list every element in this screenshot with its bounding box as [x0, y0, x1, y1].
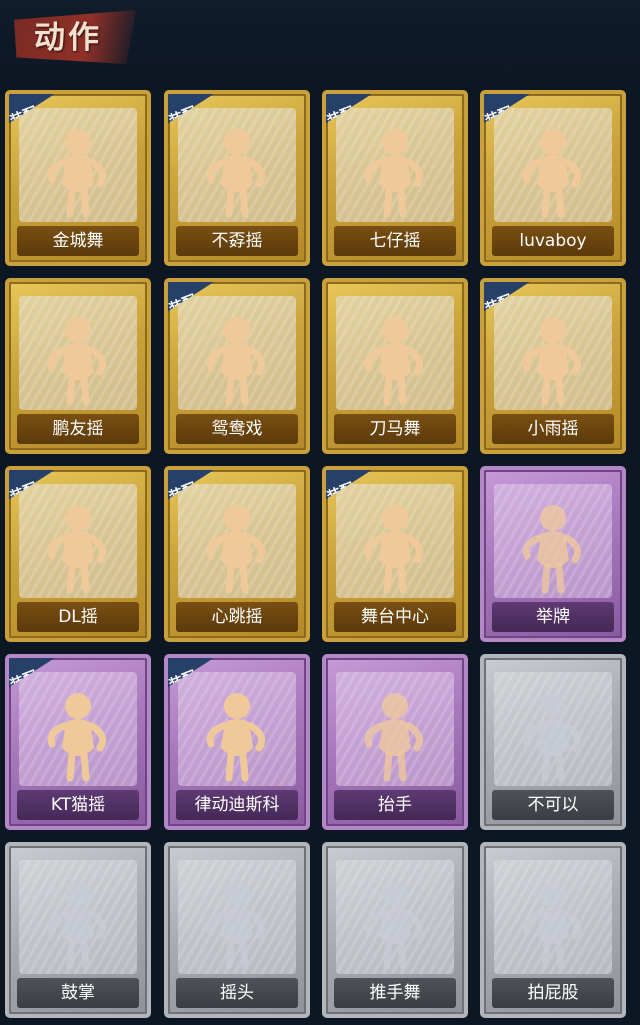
- action-grid: 金城舞装配不孬摇装配七仔摇装配luvaboy装配鹏友摇 鸳鸯戏装配刀马舞 小雨摇装配…: [0, 86, 640, 1021]
- card-label: 不孬摇: [211, 231, 263, 251]
- dance-pose-icon: [522, 129, 582, 218]
- card-label: KT猫摇: [50, 795, 106, 815]
- dance-pose-icon: [47, 317, 107, 406]
- header-bar: 动作: [0, 0, 640, 82]
- card-label: 抬手: [378, 795, 412, 815]
- action-card[interactable]: 摇头: [164, 842, 310, 1018]
- card-label-bar: 抬手: [334, 790, 456, 820]
- card-label-bar: 推手舞: [334, 978, 456, 1008]
- action-card[interactable]: 心跳摇装配: [164, 466, 310, 642]
- action-card[interactable]: 不孬摇装配: [164, 90, 310, 266]
- head-shake-icon: [206, 881, 266, 970]
- push-hands-icon: [364, 881, 424, 970]
- action-card[interactable]: 鼓掌: [5, 842, 151, 1018]
- card-label: 不可以: [527, 795, 579, 815]
- action-card[interactable]: 推手舞: [322, 842, 468, 1018]
- card-label: 金城舞: [52, 231, 104, 251]
- card-label: 鼓掌: [61, 983, 95, 1003]
- dance-pose-icon: [47, 693, 107, 782]
- action-card[interactable]: 刀马舞: [322, 278, 468, 454]
- card-label-bar: 金城舞: [17, 226, 139, 256]
- page-title: 动作: [34, 20, 102, 56]
- dance-pose-icon: [364, 505, 424, 594]
- card-label-bar: 不可以: [492, 790, 614, 820]
- card-label-bar: 小雨摇: [492, 414, 614, 444]
- dance-pose-icon: [206, 129, 266, 218]
- card-label-bar: 鹏友摇: [17, 414, 139, 444]
- action-card[interactable]: KT猫摇装配: [5, 654, 151, 830]
- card-label: 小雨摇: [527, 419, 579, 439]
- dance-pose-icon: [206, 693, 266, 782]
- card-label: 摇头: [220, 983, 254, 1003]
- card-label-bar: DL摇: [17, 602, 139, 632]
- card-label-bar: 拍屁股: [492, 978, 614, 1008]
- action-card[interactable]: 七仔摇装配: [322, 90, 468, 266]
- card-label: luvaboy: [519, 231, 587, 251]
- raise-hand-icon: [364, 693, 424, 782]
- finger-wag-icon: [522, 693, 582, 782]
- action-card[interactable]: 金城舞装配: [5, 90, 151, 266]
- card-label-bar: KT猫摇: [17, 790, 139, 820]
- action-card[interactable]: 鸳鸯戏装配: [164, 278, 310, 454]
- card-label: 鸳鸯戏: [211, 419, 263, 439]
- card-label: 举牌: [536, 607, 570, 627]
- card-label-bar: 鸳鸯戏: [176, 414, 298, 444]
- action-card[interactable]: 鹏友摇: [5, 278, 151, 454]
- card-label: 推手舞: [369, 983, 421, 1003]
- card-label-bar: 七仔摇: [334, 226, 456, 256]
- dance-pose-icon: [364, 129, 424, 218]
- action-card[interactable]: 舞台中心装配: [322, 466, 468, 642]
- sign-holding-icon: [522, 505, 582, 594]
- card-label-bar: 律动迪斯科: [176, 790, 298, 820]
- dance-pose-icon: [522, 317, 582, 406]
- action-card[interactable]: 律动迪斯科装配: [164, 654, 310, 830]
- card-label: 鹏友摇: [52, 419, 104, 439]
- dance-pose-icon: [206, 505, 266, 594]
- card-label-bar: 鼓掌: [17, 978, 139, 1008]
- action-card[interactable]: luvaboy装配: [480, 90, 626, 266]
- action-card[interactable]: DL摇装配: [5, 466, 151, 642]
- action-card[interactable]: 举牌: [480, 466, 626, 642]
- action-card[interactable]: 小雨摇装配: [480, 278, 626, 454]
- card-label-bar: 刀马舞: [334, 414, 456, 444]
- card-label: DL摇: [58, 607, 98, 627]
- action-card[interactable]: 不可以: [480, 654, 626, 830]
- card-label-bar: 心跳摇: [176, 602, 298, 632]
- action-card[interactable]: 抬手: [322, 654, 468, 830]
- action-card[interactable]: 拍屁股: [480, 842, 626, 1018]
- card-label: 拍屁股: [527, 983, 579, 1003]
- card-label-bar: luvaboy: [492, 226, 614, 256]
- dance-pose-icon: [364, 317, 424, 406]
- card-label: 心跳摇: [211, 607, 263, 627]
- card-label-bar: 举牌: [492, 602, 614, 632]
- dance-pose-icon: [47, 129, 107, 218]
- dance-pose-icon: [206, 317, 266, 406]
- card-label-bar: 不孬摇: [176, 226, 298, 256]
- card-label: 刀马舞: [369, 419, 421, 439]
- clap-icon: [47, 881, 107, 970]
- card-label-bar: 舞台中心: [334, 602, 456, 632]
- butt-slap-icon: [522, 881, 582, 970]
- card-label: 七仔摇: [369, 231, 421, 251]
- card-label-bar: 摇头: [176, 978, 298, 1008]
- dance-pose-icon: [47, 505, 107, 594]
- card-label: 律动迪斯科: [194, 795, 280, 815]
- card-label: 舞台中心: [361, 607, 429, 627]
